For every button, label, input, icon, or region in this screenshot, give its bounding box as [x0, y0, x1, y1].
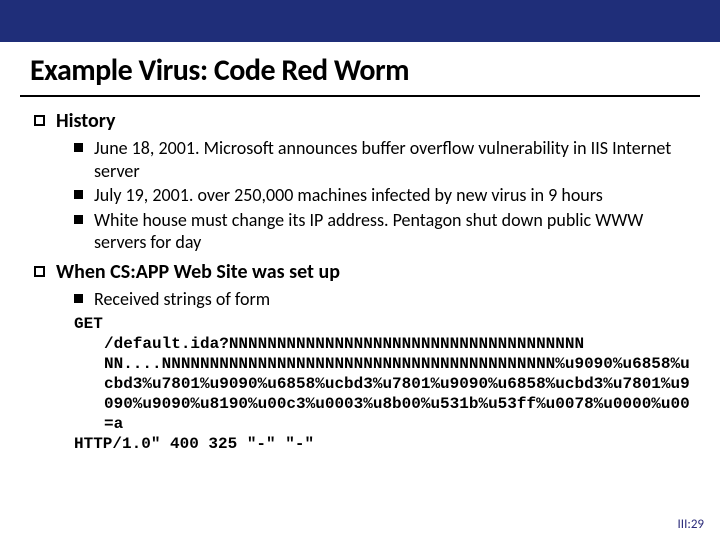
- section-heading: When CS:APP Web Site was set up: [56, 260, 340, 284]
- section-history: History June 18, 2001. Microsoft announc…: [34, 109, 692, 254]
- slide-body: History June 18, 2001. Microsoft announc…: [34, 109, 692, 454]
- slide-title: Example Virus: Code Red Worm: [30, 52, 720, 89]
- slide-number: III:29: [678, 517, 704, 532]
- title-rule: [20, 95, 700, 97]
- code-line: GET: [74, 315, 103, 333]
- code-sample: GET /default.ida?NNNNNNNNNNNNNNNNNNNNNNN…: [74, 314, 692, 454]
- list-item: July 19, 2001. over 250,000 machines inf…: [74, 184, 692, 207]
- list-item: Received strings of form: [74, 288, 692, 311]
- section-heading: History: [56, 109, 115, 133]
- code-line: NN....NNNNNNNNNNNNNNNNNNNNNNNNNNNNNNNNNN…: [74, 354, 692, 434]
- title-bar: [0, 0, 720, 42]
- code-line: /default.ida?NNNNNNNNNNNNNNNNNNNNNNNNNNN…: [74, 334, 692, 354]
- list-item: White house must change its IP address. …: [74, 209, 692, 254]
- list-item: June 18, 2001. Microsoft announces buffe…: [74, 137, 692, 182]
- code-line: HTTP/1.0" 400 325 "-" "-": [74, 435, 314, 453]
- section-csapp: When CS:APP Web Site was set up Received…: [34, 260, 692, 311]
